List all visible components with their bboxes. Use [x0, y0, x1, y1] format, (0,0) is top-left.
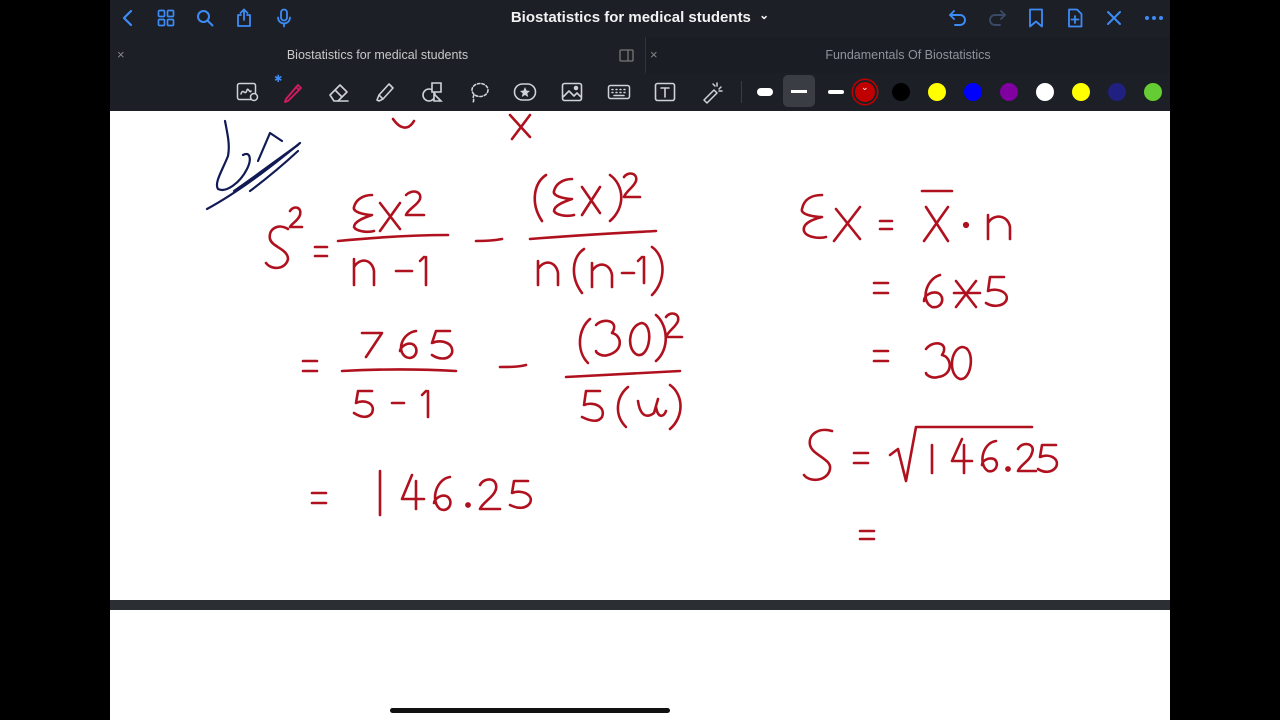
share-icon[interactable] [234, 7, 254, 29]
bookmark-icon[interactable] [1026, 8, 1046, 28]
sum-formula [800, 189, 1012, 381]
color-swatch[interactable] [928, 83, 946, 101]
document-tab-bar: × Biostatistics for medical students × F… [110, 37, 1170, 73]
variance-formula [264, 172, 664, 297]
laser-pointer-icon[interactable] [699, 79, 725, 105]
back-chevron-icon[interactable] [118, 8, 138, 28]
image-icon[interactable] [559, 79, 585, 105]
navigation-bar: Biostatistics for medical students ⌄ [110, 0, 1170, 37]
close-edit-icon[interactable] [1104, 8, 1124, 28]
tab-close-icon[interactable]: × [117, 47, 125, 62]
lasso-icon[interactable] [466, 79, 492, 105]
redo-icon[interactable] [986, 8, 1008, 28]
stroke-medium-icon[interactable] [783, 75, 815, 107]
stroke-thin-icon[interactable] [825, 82, 847, 102]
tab-label: Biostatistics for medical students [286, 48, 469, 62]
text-box-icon[interactable] [652, 79, 678, 105]
color-swatch[interactable] [1072, 83, 1090, 101]
scribble-select-icon[interactable] [235, 80, 261, 104]
notes-app: Biostatistics for medical students ⌄ × B… [110, 0, 1170, 720]
color-options-chevron-icon: ⌄ [861, 82, 869, 92]
elements-sticker-icon[interactable] [512, 79, 538, 105]
tab-close-icon[interactable]: × [650, 47, 658, 62]
tab-fundamentals-of-biostatistics[interactable]: × Fundamentals Of Biostatistics [646, 37, 1170, 73]
tab-label: Fundamentals Of Biostatistics [825, 48, 991, 62]
color-swatch[interactable] [1144, 83, 1162, 101]
undo-icon[interactable] [947, 8, 969, 28]
color-swatch[interactable] [1000, 83, 1018, 101]
document-title-text[interactable]: Biostatistics for medical students [511, 9, 751, 26]
note-page[interactable] [110, 111, 1170, 600]
color-swatch-selected[interactable]: ⌄ [855, 82, 875, 102]
partial-top-strokes [391, 113, 532, 141]
eraser-icon[interactable] [326, 79, 352, 105]
color-swatch[interactable] [964, 83, 982, 101]
handwriting-canvas[interactable] [110, 111, 1170, 600]
substitution-line [301, 312, 684, 431]
color-swatch[interactable] [892, 83, 910, 101]
bluetooth-icon: ✱ [274, 74, 283, 85]
grid-view-icon[interactable] [156, 8, 176, 28]
next-note-page[interactable] [110, 610, 1170, 720]
shapes-icon[interactable] [419, 79, 445, 105]
title-dropdown-chevron-icon[interactable]: ⌄ [759, 8, 769, 22]
highlighter-icon[interactable] [372, 79, 398, 105]
keyboard-icon[interactable] [606, 79, 632, 105]
search-icon[interactable] [195, 8, 215, 28]
result-line [310, 469, 533, 517]
annotation-toolbar: ✱ ⌄ [110, 73, 1170, 112]
more-options-icon[interactable] [1143, 8, 1165, 28]
color-swatch[interactable] [1108, 83, 1126, 101]
stroke-thick-icon[interactable] [754, 82, 776, 102]
pen-tool-icon[interactable] [280, 79, 306, 105]
toolbar-divider [741, 81, 742, 103]
microphone-icon[interactable] [274, 7, 294, 29]
document-title: Biostatistics for medical students ⌄ [110, 8, 1170, 26]
split-view-icon[interactable] [618, 47, 634, 63]
page-separator [110, 600, 1170, 610]
blue-scribble [205, 119, 302, 211]
tab-biostatistics-for-medical-students[interactable]: × Biostatistics for medical students [110, 37, 646, 73]
color-swatch[interactable] [1036, 83, 1054, 101]
standard-deviation-line [802, 425, 1059, 541]
add-page-icon[interactable] [1065, 7, 1085, 29]
home-indicator[interactable] [390, 708, 670, 713]
